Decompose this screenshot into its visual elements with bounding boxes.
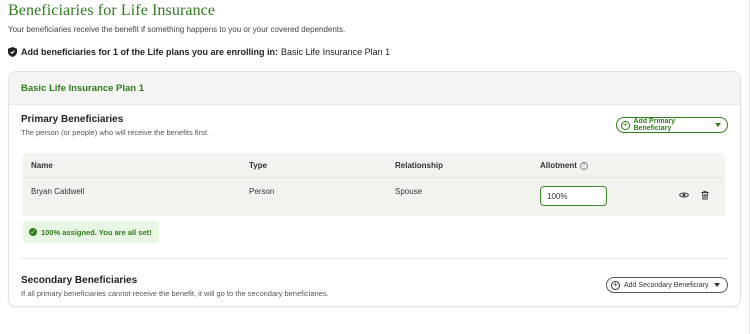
- assignment-status-banner: ✓ 100% assigned. You are all set!: [23, 221, 159, 243]
- add-secondary-beneficiary-label: Add Secondary Beneficiary: [624, 281, 709, 289]
- column-header-relationship: Relationship: [395, 161, 444, 170]
- primary-section-description: The person (or people) who will receive …: [21, 128, 210, 137]
- beneficiary-name: Bryan Caldwell: [31, 187, 85, 196]
- plan-card: Basic Life Insurance Plan 1 Primary Bene…: [8, 71, 741, 307]
- beneficiary-relationship: Spouse: [395, 187, 423, 196]
- column-header-type: Type: [249, 161, 268, 170]
- add-primary-beneficiary-button[interactable]: + Add Primary Beneficiary: [616, 117, 728, 133]
- allotment-input[interactable]: [540, 186, 607, 206]
- shield-icon: [8, 47, 17, 57]
- secondary-section-description: If all primary beneficiaries cannot rece…: [21, 289, 329, 298]
- secondary-section-title: Secondary Beneficiaries: [21, 275, 138, 286]
- add-secondary-beneficiary-button[interactable]: + Add Secondary Beneficiary: [606, 277, 728, 293]
- trash-icon[interactable]: [700, 187, 710, 200]
- table-row: [23, 177, 725, 216]
- primary-beneficiaries-table: Name Type Relationship Allotment? Bryan …: [23, 153, 725, 216]
- enroll-line: Add beneficiaries for 1 of the Life plan…: [8, 47, 390, 57]
- eye-icon[interactable]: [678, 187, 690, 198]
- plus-circle-icon: +: [621, 120, 630, 130]
- plan-header: Basic Life Insurance Plan 1: [9, 72, 740, 105]
- column-header-name: Name: [31, 161, 53, 170]
- page-title: Beneficiaries for Life Insurance: [8, 2, 216, 19]
- chevron-down-icon: [715, 123, 721, 127]
- chevron-down-icon: [714, 283, 721, 287]
- info-icon[interactable]: ?: [579, 161, 588, 170]
- beneficiaries-page: Beneficiaries for Life Insurance Your be…: [0, 0, 750, 334]
- section-divider: [21, 258, 728, 259]
- enroll-prompt: Add beneficiaries for 1 of the Life plan…: [21, 47, 279, 57]
- beneficiary-type: Person: [249, 187, 275, 196]
- column-header-allotment-label: Allotment: [540, 161, 577, 170]
- primary-section-title: Primary Beneficiaries: [21, 114, 124, 125]
- plan-title: Basic Life Insurance Plan 1: [21, 83, 145, 94]
- page-subtitle: Your beneficiaries receive the benefit i…: [8, 25, 346, 34]
- enroll-plan-name: Basic Life Insurance Plan 1: [281, 47, 391, 57]
- plus-circle-icon: +: [611, 280, 620, 290]
- assignment-status-text: 100% assigned. You are all set!: [41, 227, 152, 237]
- add-primary-beneficiary-label: Add Primary Beneficiary: [633, 118, 676, 132]
- check-circle-icon: ✓: [29, 228, 37, 236]
- column-header-allotment: Allotment?: [540, 161, 588, 170]
